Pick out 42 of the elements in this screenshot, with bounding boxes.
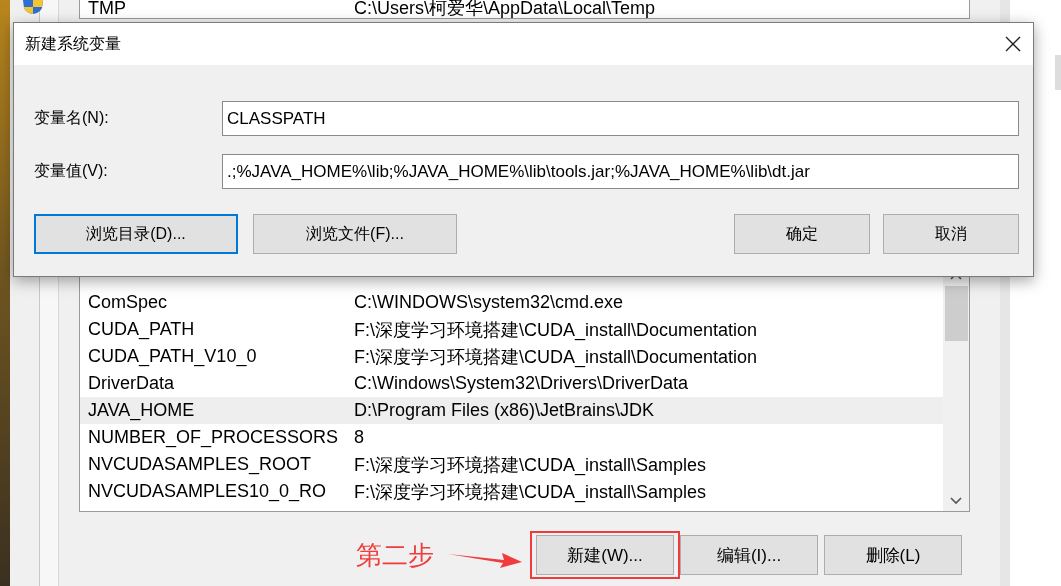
dialog-button[interactable]: 取消 (883, 214, 1019, 254)
variable-row[interactable]: NVCUDASAMPLES_ROOT F:\深度学习环境搭建\CUDA_install\Samples (80, 451, 943, 478)
scroll-thumb[interactable] (944, 286, 968, 341)
variable-value: F:\深度学习环境搭建\CUDA_install\Documentation (354, 318, 758, 342)
variable-row[interactable]: JAVA_HOME D:\Program Files (x86)\JetBrains\JDK (80, 397, 943, 424)
variable-name: ComSpec (87, 292, 169, 313)
list-button[interactable]: 编辑(I)... (680, 535, 818, 575)
variable-name: NVCUDASAMPLES10_0_RO (87, 481, 328, 502)
variable-name: CUDA_PATH (87, 319, 196, 340)
variable-row[interactable]: NUMBER_OF_PROCESSORS 8 (80, 424, 943, 451)
dialog-button[interactable]: 确定 (734, 214, 870, 254)
variable-value: C:\WINDOWS\system32\cmd.exe (354, 292, 624, 313)
variable-value: D:\Program Files (x86)\JetBrains\JDK (354, 400, 655, 421)
variable-row[interactable]: CUDA_PATH F:\深度学习环境搭建\CUDA_install\Documentation (80, 316, 943, 343)
variable-row[interactable]: CUDA_PATH_V10_0 F:\深度学习环境搭建\CUDA_install\Documentation (80, 343, 943, 370)
dialog-title: 新建系统变量 (25, 33, 121, 54)
variable-value: F:\深度学习环境搭建\CUDA_install\Documentation (354, 345, 758, 369)
variable-value: C:\Windows\System32\Drivers\DriverData (354, 373, 689, 394)
input-field[interactable]: .;%JAVA_HOME%\lib;%JAVA_HOME%\lib\tools.jar;%JAVA_HOME%\lib\dt.jar (222, 154, 1019, 189)
dialog-button[interactable]: 浏览文件(F)... (253, 214, 457, 254)
input-field[interactable]: CLASSPATH (222, 101, 1019, 136)
dialog-button[interactable]: 浏览目录(D)... (34, 214, 238, 254)
list-button[interactable]: 新建(W)... (536, 535, 674, 575)
variable-row[interactable]: ComSpec C:\WINDOWS\system32\cmd.exe (80, 289, 943, 316)
variable-row[interactable]: NVCUDASAMPLES10_0_RO F:\深度学习环境搭建\CUDA_install\Samples (80, 478, 943, 505)
variable-value: F:\深度学习环境搭建\CUDA_install\Samples (354, 453, 707, 477)
close-icon[interactable] (1005, 36, 1021, 52)
annotation-text: 第二步 (356, 540, 434, 570)
variable-name: DriverData (87, 373, 176, 394)
field-label: 变量值(V): (34, 161, 109, 181)
list-button[interactable]: 删除(L) (824, 535, 962, 575)
variable-name: CUDA_PATH_V10_0 (87, 346, 258, 367)
scroll-down-icon[interactable] (950, 497, 962, 505)
variable-name[interactable]: TMP (80, 0, 354, 18)
variable-value: 8 (354, 427, 364, 448)
variable-name: NVCUDASAMPLES_ROOT (87, 454, 313, 475)
variable-value: F:\深度学习环境搭建\CUDA_install\Samples (354, 480, 707, 504)
shield-icon (21, 0, 45, 14)
field-label: 变量名(N): (34, 108, 110, 128)
variable-name: JAVA_HOME (87, 400, 196, 421)
variable-name: NUMBER_OF_PROCESSORS (87, 427, 340, 448)
variable-row[interactable]: DriverData C:\Windows\System32\Drivers\DriverData (80, 370, 943, 397)
